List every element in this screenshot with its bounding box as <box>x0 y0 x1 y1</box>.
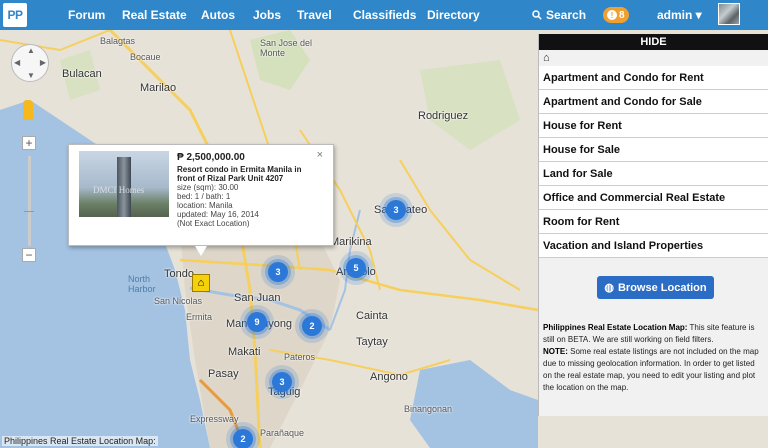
nav-real-estate[interactable]: Real Estate <box>122 8 187 22</box>
category-apartment-condo-rent[interactable]: Apartment and Condo for Rent <box>539 66 768 90</box>
caret-down-icon: ▾ <box>692 8 702 22</box>
search-button[interactable]: Search <box>532 8 586 22</box>
map-label-binangonan: Binangonan <box>404 404 453 414</box>
category-house-rent[interactable]: House for Rent <box>539 114 768 138</box>
zoom-out-button[interactable]: − <box>22 248 36 262</box>
listing-bed-bath: bed: 1 / bath: 1 <box>177 192 231 201</box>
category-panel: HIDE ⌂ Apartment and Condo for Rent Apar… <box>538 34 768 416</box>
map-label-taytay: Taytay <box>356 336 388 348</box>
home-marker-icon[interactable]: ⌂ <box>192 274 210 292</box>
note-label: NOTE: <box>543 347 568 356</box>
map-label-expressway: Expressway <box>190 414 239 424</box>
nav-forum[interactable]: Forum <box>68 8 105 22</box>
listing-size: size (sqm): 30.00 <box>177 183 239 192</box>
avatar[interactable] <box>718 3 740 25</box>
listing-title[interactable]: Resort condo in Ermita Manila in front o… <box>177 165 317 183</box>
username: admin <box>657 8 693 22</box>
map-label-bulacan: Bulacan <box>62 68 102 80</box>
map-label-rodriguez: Rodriguez <box>418 110 469 122</box>
map-cluster-marker[interactable]: 2 <box>233 429 253 448</box>
map-cluster-marker[interactable]: 5 <box>346 258 366 278</box>
nav-travel[interactable]: Travel <box>297 8 332 22</box>
map-cluster-marker[interactable]: 9 <box>247 312 267 332</box>
pan-up-icon[interactable]: ▲ <box>27 46 35 55</box>
search-icon <box>532 10 542 20</box>
zoom-in-button[interactable]: + <box>22 136 36 150</box>
map-label-pateros: Pateros <box>284 352 316 362</box>
globe-icon: ◍ <box>604 282 614 294</box>
map-label-pasay: Pasay <box>208 368 239 380</box>
map-cluster-marker[interactable]: 3 <box>272 372 292 392</box>
category-vacation-island[interactable]: Vacation and Island Properties <box>539 234 768 258</box>
map-label-san-jose-del-monte: San Jose del Monte <box>260 38 313 58</box>
map-label-bocaue: Bocaue <box>130 52 161 62</box>
map-label-paranaque: Parañaque <box>260 428 305 438</box>
listing-info-window: DMCI Homes ₱ 2,500,000.00 Resort condo i… <box>68 144 334 246</box>
browse-location-label: Browse Location <box>617 281 707 294</box>
map-label-marilao: Marilao <box>140 82 177 94</box>
note-body: Some real estate listings are not includ… <box>543 347 759 392</box>
map-label-angono: Angono <box>370 371 408 383</box>
listing-photo[interactable]: DMCI Homes <box>79 151 169 217</box>
photo-watermark: DMCI Homes <box>93 185 145 195</box>
close-icon[interactable]: × <box>317 149 323 161</box>
site-logo[interactable]: PP <box>3 3 27 27</box>
map-label-san-nicolas: San Nicolas <box>154 296 203 306</box>
map-cluster-marker[interactable]: 3 <box>268 262 288 282</box>
listing-location: location: Manila <box>177 201 233 210</box>
notification-count: 8 <box>619 9 625 21</box>
note-title: Philippines Real Estate Location Map: <box>543 323 688 332</box>
map-label-marikina: Marikina <box>330 236 372 248</box>
category-land-sale[interactable]: Land for Sale <box>539 162 768 186</box>
zoom-slider-handle[interactable] <box>24 211 34 212</box>
map-label-balagtas: Balagtas <box>100 36 136 46</box>
listing-updated: updated: May 16, 2014 <box>177 210 259 219</box>
hide-panel-button[interactable]: HIDE <box>539 34 768 50</box>
info-window-tail <box>195 246 207 256</box>
map-label-tondo: Tondo <box>164 268 194 280</box>
map-label-makati: Makati <box>228 346 261 358</box>
map-label-san-juan: San Juan <box>234 292 281 304</box>
pan-right-icon[interactable]: ▶ <box>40 58 46 67</box>
map-note: Philippines Real Estate Location Map: Th… <box>543 322 765 394</box>
pan-down-icon[interactable]: ▼ <box>27 71 35 80</box>
nav-jobs[interactable]: Jobs <box>253 8 281 22</box>
category-house-sale[interactable]: House for Sale <box>539 138 768 162</box>
browse-location-button[interactable]: ◍ Browse Location <box>597 276 714 299</box>
map-label-cainta: Cainta <box>356 310 388 322</box>
category-room-rent[interactable]: Room for Rent <box>539 210 768 234</box>
notification-badge[interactable]: ! 8 <box>603 7 629 23</box>
category-apartment-condo-sale[interactable]: Apartment and Condo for Sale <box>539 90 768 114</box>
home-icon[interactable]: ⌂ <box>539 50 768 66</box>
street-view-pegman-icon[interactable] <box>23 100 33 120</box>
map-cluster-marker[interactable]: 3 <box>386 200 406 220</box>
nav-directory[interactable]: Directory <box>427 8 480 22</box>
nav-autos[interactable]: Autos <box>201 8 235 22</box>
pan-left-icon[interactable]: ◀ <box>14 58 20 67</box>
map-label-ermita: Ermita <box>186 312 213 322</box>
listing-price: ₱ 2,500,000.00 <box>177 152 245 163</box>
category-office-commercial[interactable]: Office and Commercial Real Estate <box>539 186 768 210</box>
user-menu[interactable]: admin ▾ <box>657 8 702 22</box>
alert-icon: ! <box>607 10 617 20</box>
listing-exactness: (Not Exact Location) <box>177 219 250 228</box>
map-attribution: Philippines Real Estate Location Map: <box>2 436 158 446</box>
nav-classifieds[interactable]: Classifieds <box>353 8 416 22</box>
map-label-north-harbor: North Harbor <box>128 274 156 294</box>
search-label: Search <box>546 8 587 22</box>
pan-control[interactable]: ▲ ▼ ◀ ▶ <box>11 44 49 82</box>
top-navbar: PP Forum Real Estate Autos Jobs Travel C… <box>0 0 768 30</box>
map-cluster-marker[interactable]: 2 <box>302 316 322 336</box>
zoom-slider-track[interactable] <box>28 156 31 246</box>
